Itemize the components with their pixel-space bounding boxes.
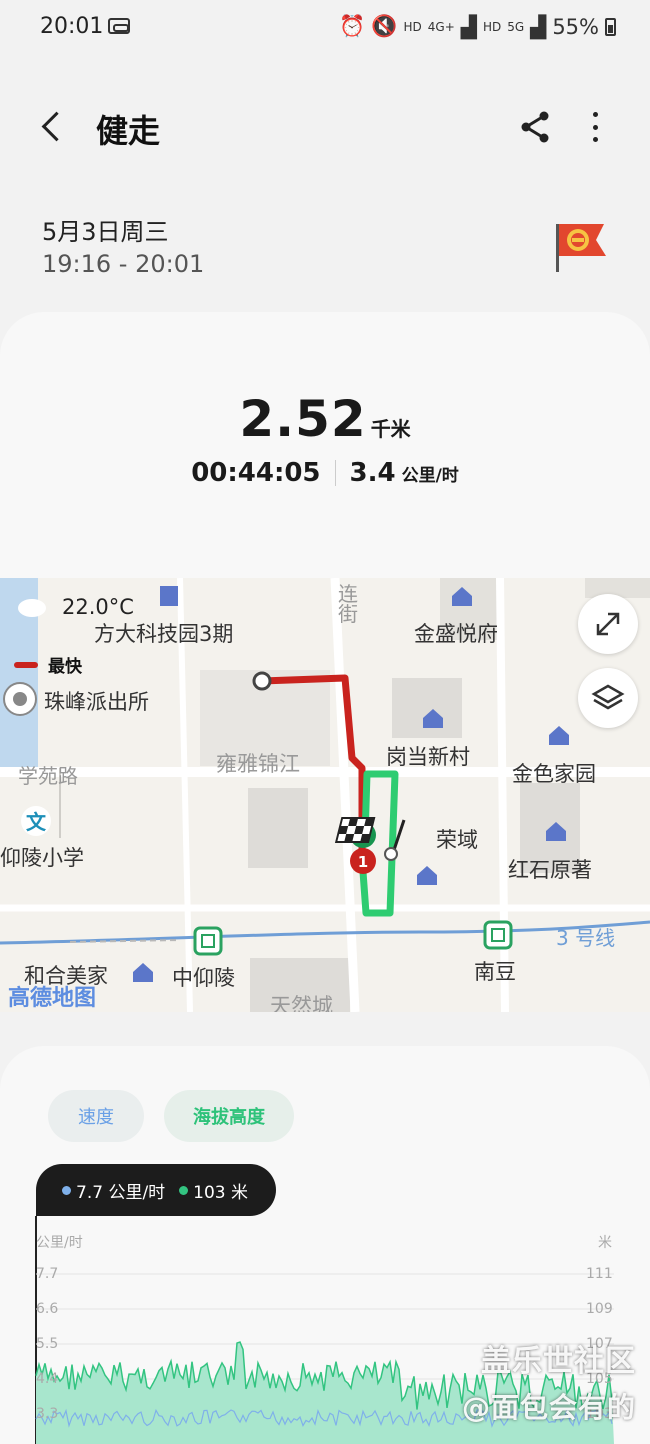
svg-text:文: 文	[26, 810, 47, 834]
flag-icon[interactable]	[554, 218, 610, 274]
speed-dot	[62, 1185, 71, 1195]
network-4g-label: 4G+	[427, 19, 455, 34]
tooltip-speed: 7.7 公里/时	[76, 1182, 166, 1203]
share-button[interactable]	[516, 108, 554, 146]
road-jie: 街	[338, 602, 358, 626]
avg-speed-unit: 公里/时	[401, 466, 459, 486]
distance: 2.52 千米	[0, 390, 650, 448]
poi-zhongyangling: 中仰陵	[172, 966, 235, 990]
distance-value: 2.52	[239, 390, 367, 448]
avg-speed-value: 3.4	[349, 458, 396, 488]
distance-unit: 千米	[370, 417, 411, 441]
expand-map-button[interactable]	[578, 594, 638, 654]
map-logo: 高德地图	[8, 986, 97, 1011]
status-bar: 20:01 ⏰ 🔇 HD 4G+ ▟ HD 5G ▟ 55%	[0, 0, 650, 56]
back-button[interactable]	[36, 106, 72, 146]
more-options-button[interactable]	[580, 108, 610, 146]
summary-card: 2.52 千米 00:44:05 3.4 公里/时	[0, 312, 650, 578]
mute-icon: 🔇	[371, 14, 398, 38]
poi-fangda: 方大科技园3期	[94, 622, 234, 646]
battery-icon	[605, 17, 616, 36]
left-tick: 3.3	[36, 1406, 59, 1422]
poi-tianran: 天然城	[270, 994, 333, 1012]
stats-row: 00:44:05 3.4 公里/时	[0, 458, 650, 488]
poi-yu: 荣域	[436, 828, 478, 852]
poi-hongshi: 红石原著	[508, 858, 592, 882]
session-date: 5月3日周三	[42, 218, 169, 246]
left-tick: 6.6	[36, 1301, 59, 1317]
watermark-line1: 盖乐世社区	[481, 1344, 636, 1379]
share-icon	[521, 111, 549, 143]
voicemail-icon	[108, 18, 130, 34]
signal-icon: ▟	[460, 14, 477, 39]
subway-line-3: 3 号线	[556, 926, 616, 950]
session-time-range: 19:16 - 20:01	[42, 250, 205, 278]
route-start-marker	[252, 671, 272, 691]
left-tick: 4.4	[36, 1371, 59, 1387]
alarm-icon: ⏰	[339, 14, 366, 38]
tooltip-altitude: 103 米	[193, 1182, 249, 1203]
road-xueyuan: 学苑路	[18, 764, 78, 788]
battery-percent: 55%	[552, 14, 599, 39]
duration-value: 00:44:05	[191, 458, 321, 488]
signal-icon-2: ▟	[530, 14, 547, 39]
network-5g-label: 5G	[507, 19, 525, 34]
chart-card: 速度 海拔高度 7.7 公里/时 103 米 公里/时 米 7.7 6.6 5.…	[0, 1046, 650, 1444]
expand-icon	[596, 612, 620, 636]
more-icon	[592, 112, 598, 117]
legend-fastest-swatch	[14, 661, 38, 668]
right-tick: 111	[586, 1266, 613, 1282]
left-tick: 5.5	[36, 1336, 59, 1352]
poi-yangling: 仰陵小学	[0, 846, 84, 870]
right-tick: 109	[586, 1301, 613, 1317]
lap-1-label: 1	[358, 853, 368, 871]
cloud-icon	[18, 599, 46, 617]
map-layers-button[interactable]	[578, 668, 638, 728]
chart-tooltip: 7.7 公里/时 103 米	[36, 1164, 276, 1216]
poi-yongya: 雍雅锦江	[216, 752, 300, 776]
status-time: 20:01	[40, 14, 104, 39]
poi-gangdang: 岗当新村	[386, 745, 470, 769]
left-axis-unit: 公里/时	[36, 1235, 83, 1251]
status-icons: ⏰ 🔇 HD 4G+ ▟ HD 5G ▟ 55%	[339, 14, 616, 39]
poi-jinsheng: 金盛悦府	[414, 622, 498, 646]
left-tick: 7.7	[36, 1266, 59, 1282]
route-map[interactable]: 2 1	[0, 578, 650, 1012]
hd-label: HD	[403, 19, 422, 34]
page-title: 健走	[96, 112, 161, 150]
altitude-dot	[179, 1185, 189, 1195]
speed-altitude-chart	[35, 1216, 614, 1444]
right-axis-unit: 米	[598, 1235, 612, 1251]
building-icon	[160, 586, 178, 606]
poi-jinse: 金色家园	[512, 762, 596, 786]
stats-divider	[334, 460, 336, 486]
hd-label-2: HD	[482, 19, 502, 34]
weather-temperature: 22.0°C	[62, 595, 134, 619]
watermark-line2: @面包会有的	[461, 1391, 636, 1424]
header: 健走	[0, 90, 650, 164]
poi-nandou: 南豆	[474, 960, 516, 984]
layers-icon	[591, 684, 625, 710]
poi-zhufeng: 珠峰派出所	[44, 690, 149, 714]
legend-fastest-label: 最快	[48, 657, 82, 677]
legend-fastest: 最快	[14, 652, 82, 677]
